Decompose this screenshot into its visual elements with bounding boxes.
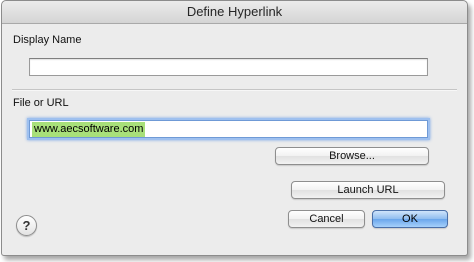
define-hyperlink-dialog: Define Hyperlink Display Name File or UR… (1, 0, 468, 256)
cancel-button[interactable]: Cancel (288, 210, 365, 228)
dialog-title: Define Hyperlink (186, 4, 283, 19)
file-or-url-value: www.aecsoftware.com (32, 122, 146, 137)
file-or-url-label: File or URL (13, 97, 69, 109)
file-or-url-field[interactable]: www.aecsoftware.com (29, 120, 428, 138)
ok-button[interactable]: OK (372, 210, 448, 228)
title-bar[interactable]: Define Hyperlink (2, 1, 467, 24)
section-divider (12, 89, 457, 91)
browse-button[interactable]: Browse... (275, 147, 429, 165)
help-icon[interactable]: ? (16, 215, 37, 236)
display-name-label: Display Name (13, 34, 82, 46)
launch-url-button[interactable]: Launch URL (291, 181, 445, 199)
display-name-field[interactable] (29, 58, 428, 76)
